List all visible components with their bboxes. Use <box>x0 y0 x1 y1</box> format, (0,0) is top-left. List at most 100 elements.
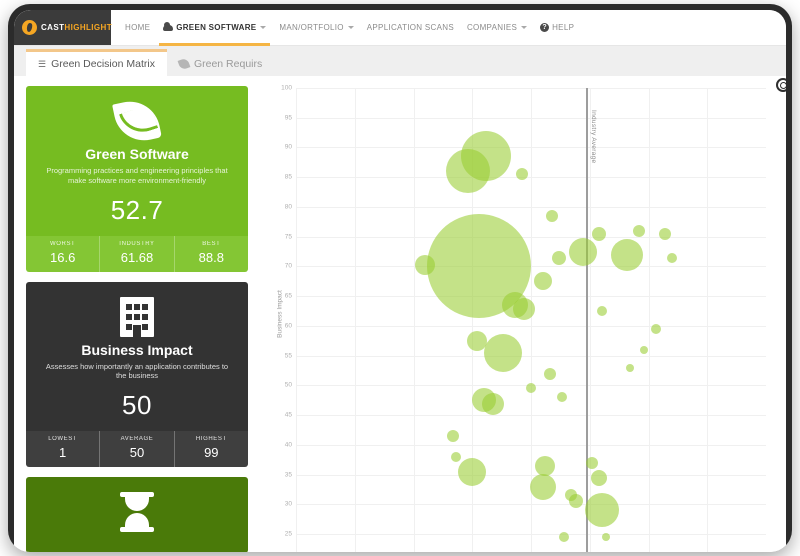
chart-bubble[interactable] <box>591 470 607 486</box>
tab-green-requirements[interactable]: Green Requirs <box>167 51 274 76</box>
gridline-horizontal <box>296 475 766 476</box>
brand-name-highlight: HIGHLIGHT <box>64 23 112 32</box>
gridline-horizontal <box>296 445 766 446</box>
chart-bubble[interactable] <box>667 253 677 263</box>
nav-item-application-scans[interactable]: APPLICATION SCANS <box>367 10 454 46</box>
matrix-icon: ☰ <box>38 59 46 70</box>
top-navigation-bar: CASTHIGHLIGHT HOME GREEN SOFTWARE MAN/OR… <box>14 10 786 46</box>
kpi-stat-label: HIGHEST <box>175 436 248 442</box>
chart-bubble[interactable] <box>461 131 511 181</box>
chart-bubble[interactable] <box>659 228 671 240</box>
kpi-stat-lowest: LOWEST 1 <box>26 431 99 467</box>
tab-green-decision-matrix[interactable]: ☰ Green Decision Matrix <box>26 49 167 76</box>
device-frame: CASTHIGHLIGHT HOME GREEN SOFTWARE MAN/OR… <box>8 4 792 552</box>
chart-bubble[interactable] <box>546 210 558 222</box>
bubble-chart: Business Impact 100959085807570656055504… <box>254 76 786 552</box>
nav-items: HOME GREEN SOFTWARE MAN/ORTFOLIO APPLICA… <box>111 10 574 45</box>
gridline-horizontal <box>296 118 766 119</box>
chart-bubble[interactable] <box>633 225 645 237</box>
chart-bubble[interactable] <box>559 532 569 542</box>
nav-item-manage-portfolio[interactable]: MAN/ORTFOLIO <box>279 10 353 46</box>
chart-bubble[interactable] <box>534 272 552 290</box>
kpi-card-green-software[interactable]: Green Software Programming practices and… <box>26 86 248 272</box>
y-axis-tick-label: 35 <box>270 471 292 478</box>
chart-bubble[interactable] <box>513 298 535 320</box>
chart-bubble[interactable] <box>544 368 556 380</box>
brand-logo[interactable]: CASTHIGHLIGHT <box>14 10 111 45</box>
nav-item-help[interactable]: ? HELP <box>540 10 574 46</box>
chart-bubble[interactable] <box>611 239 643 271</box>
nav-item-label: MAN/ORTFOLIO <box>279 23 343 32</box>
chart-bubble[interactable] <box>586 457 598 469</box>
chart-bubble[interactable] <box>484 334 522 372</box>
gridline-horizontal <box>296 147 766 148</box>
y-axis-tick-label: 85 <box>270 174 292 181</box>
kpi-card-business-impact[interactable]: Business Impact Assesses how importantly… <box>26 282 248 468</box>
nav-item-green-software[interactable]: GREEN SOFTWARE <box>163 10 266 46</box>
gridline-vertical <box>707 88 708 552</box>
gridline-horizontal <box>296 207 766 208</box>
y-axis-tick-label: 30 <box>270 501 292 508</box>
kpi-stat-average: AVERAGE 50 <box>99 431 173 467</box>
gridline-vertical <box>649 88 650 552</box>
kpi-card-header: Business Impact Assesses how importantly… <box>26 282 248 432</box>
chart-bubble[interactable] <box>447 430 459 442</box>
chart-bubble[interactable] <box>651 324 661 334</box>
chart-bubble[interactable] <box>552 251 566 265</box>
gridline-horizontal <box>296 415 766 416</box>
chart-bubble[interactable] <box>626 364 634 372</box>
kpi-card-third[interactable] <box>26 477 248 552</box>
chart-bubble[interactable] <box>526 383 536 393</box>
chart-bubble[interactable] <box>535 456 555 476</box>
fullscreen-toggle-icon[interactable] <box>776 78 786 92</box>
gridline-horizontal <box>296 356 766 357</box>
browser-screen: CASTHIGHLIGHT HOME GREEN SOFTWARE MAN/OR… <box>14 10 786 552</box>
kpi-stat-value: 61.68 <box>100 250 173 265</box>
gridline-horizontal <box>296 237 766 238</box>
kpi-description: Programming practices and engineering pr… <box>34 166 240 186</box>
page-content: Green Software Programming practices and… <box>14 76 786 552</box>
y-axis-tick-label: 75 <box>270 233 292 240</box>
chart-bubble[interactable] <box>482 393 504 415</box>
y-axis-tick-label: 65 <box>270 293 292 300</box>
chart-bubble[interactable] <box>569 494 583 508</box>
chart-bubble[interactable] <box>451 452 461 462</box>
kpi-title: Green Software <box>34 146 240 162</box>
chart-bubble[interactable] <box>602 533 610 541</box>
chevron-down-icon <box>521 26 527 29</box>
kpi-stat-industry: INDUSTRY 61.68 <box>99 236 173 272</box>
chart-bubble[interactable] <box>458 458 486 486</box>
plot-area[interactable]: Industry Average <box>296 88 766 552</box>
gridline-vertical <box>355 88 356 552</box>
chart-bubble[interactable] <box>597 306 607 316</box>
chart-bubble[interactable] <box>592 227 606 241</box>
nav-item-home[interactable]: HOME <box>125 10 150 46</box>
kpi-stat-label: INDUSTRY <box>100 241 173 247</box>
chart-bubble[interactable] <box>557 392 567 402</box>
kpi-stat-value: 99 <box>175 445 248 460</box>
kpi-stat-highest: HIGHEST 99 <box>174 431 248 467</box>
chart-bubble[interactable] <box>516 168 528 180</box>
brand-wordmark: CASTHIGHLIGHT <box>41 23 112 32</box>
chart-bubble[interactable] <box>569 238 597 266</box>
nav-item-companies[interactable]: COMPANIES <box>467 10 527 46</box>
chart-bubble[interactable] <box>585 493 619 527</box>
kpi-stat-value: 50 <box>100 445 173 460</box>
cloud-icon <box>163 25 173 31</box>
leaf-icon <box>34 98 240 144</box>
gridline-horizontal <box>296 326 766 327</box>
chevron-down-icon <box>260 26 266 29</box>
nav-item-label: HOME <box>125 23 150 32</box>
chart-bubble[interactable] <box>640 346 648 354</box>
kpi-stat-best: BEST 88.8 <box>174 236 248 272</box>
kpi-card-header: Green Software Programming practices and… <box>26 86 248 236</box>
nav-item-label: APPLICATION SCANS <box>367 23 454 32</box>
y-axis-tick-label: 45 <box>270 412 292 419</box>
y-axis-tick-label: 55 <box>270 352 292 359</box>
chart-bubble[interactable] <box>530 474 556 500</box>
kpi-stats: LOWEST 1 AVERAGE 50 HIGHEST 99 <box>26 431 248 467</box>
y-axis-ticks: 100959085807570656055504540353025 <box>264 76 292 552</box>
gridline-horizontal <box>296 177 766 178</box>
kpi-value: 52.7 <box>34 195 240 226</box>
gridline-horizontal <box>296 534 766 535</box>
